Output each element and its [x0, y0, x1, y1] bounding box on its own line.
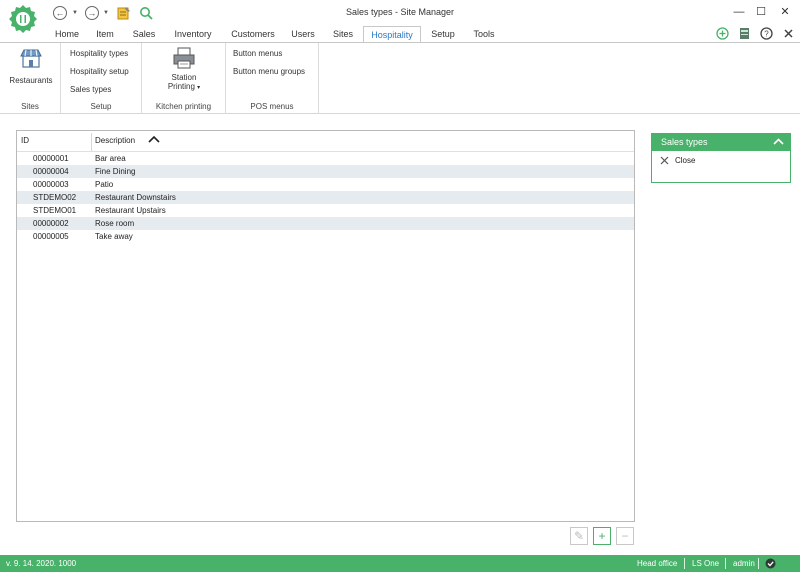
grid-header: ID Description — [17, 131, 634, 152]
table-row[interactable]: STDEMO02 Restaurant Downstairs — [17, 191, 634, 204]
ribbon-group-kitchen-printing: Station Printing ▾ Kitchen printing — [142, 43, 226, 114]
tab-hospitality[interactable]: Hospitality — [363, 26, 421, 43]
ribbon-group-setup: Hospitality types Hospitality setup Sale… — [61, 43, 142, 114]
close-button[interactable]: ✕ — [775, 4, 795, 20]
hospitality-types-button[interactable]: Hospitality types — [70, 49, 128, 58]
button-menus-button[interactable]: Button menus — [233, 49, 282, 58]
cell-id: STDEMO02 — [33, 193, 77, 202]
column-header-description[interactable]: Description — [95, 136, 135, 145]
status-separator — [758, 558, 759, 569]
hospitality-setup-button[interactable]: Hospitality setup — [70, 67, 129, 76]
sales-types-button[interactable]: Sales types — [70, 85, 111, 94]
location-text: Head office — [637, 559, 678, 568]
cell-description: Take away — [95, 232, 133, 241]
add-button[interactable]: + — [593, 527, 611, 545]
button-menu-groups-button[interactable]: Button menu groups — [233, 67, 305, 76]
product-text: LS One — [692, 559, 720, 568]
sort-up-icon[interactable] — [148, 134, 160, 144]
cell-id: 00000001 — [33, 154, 69, 163]
station-printing-label-2: Printing ▾ — [167, 82, 201, 91]
table-row[interactable]: 00000001 Bar area — [17, 152, 634, 165]
table-row[interactable]: 00000003 Patio — [17, 178, 634, 191]
cell-description: Patio — [95, 180, 114, 189]
title-bar: ← ▼ → ▼ Sales types - Site Manager — ☐ ✕ — [0, 0, 800, 33]
minimize-button[interactable]: — — [729, 4, 749, 20]
tab-tools[interactable]: Tools — [468, 26, 500, 42]
tab-sales[interactable]: Sales — [128, 26, 160, 42]
chevron-down-icon: ▾ — [197, 85, 201, 91]
tab-item[interactable]: Item — [90, 26, 120, 42]
cell-description: Rose room — [95, 219, 135, 228]
tab-users[interactable]: Users — [286, 26, 320, 42]
help-icon[interactable]: ? — [760, 27, 773, 40]
tab-setup[interactable]: Setup — [426, 26, 460, 42]
table-row[interactable]: STDEMO01 Restaurant Upstairs — [17, 204, 634, 217]
restaurants-button[interactable]: Restaurants — [4, 48, 58, 85]
panel-title: Sales types — [661, 137, 708, 147]
cell-description: Restaurant Downstairs — [95, 193, 176, 202]
plus-circle-icon[interactable] — [716, 27, 729, 40]
cell-description: Restaurant Upstairs — [95, 206, 166, 215]
panel-close-action[interactable]: Close — [660, 156, 695, 165]
check-icon — [765, 558, 776, 569]
pin-icon[interactable] — [782, 27, 795, 40]
table-row[interactable]: 00000004 Fine Dining — [17, 165, 634, 178]
user-text: admin — [733, 559, 755, 568]
chevron-up-icon[interactable] — [773, 137, 784, 147]
column-separator — [91, 133, 92, 151]
cell-description: Fine Dining — [95, 167, 136, 176]
status-separator — [684, 558, 685, 569]
column-header-id[interactable]: ID — [21, 136, 29, 145]
book-icon[interactable] — [738, 27, 751, 40]
group-label-sites: Sites — [21, 102, 39, 111]
window-title: Sales types - Site Manager — [345, 7, 455, 17]
printer-icon — [173, 47, 195, 69]
version-text: v. 9. 14. 2020. 1000 — [6, 559, 77, 568]
restaurants-label: Restaurants — [9, 76, 53, 85]
tab-home[interactable]: Home — [50, 26, 84, 42]
ribbon: Restaurants Sites Hospitality types Hosp… — [0, 42, 800, 114]
svg-text:?: ? — [764, 30, 769, 39]
cell-id: 00000002 — [33, 219, 69, 228]
cell-id: STDEMO01 — [33, 206, 77, 215]
ribbon-group-pos-menus: Button menus Button menu groups POS menu… — [226, 43, 319, 114]
tab-customers[interactable]: Customers — [226, 26, 280, 42]
cell-description: Bar area — [95, 154, 126, 163]
store-icon — [20, 49, 42, 68]
main-content: ID Description 00000001 Bar area 0000000… — [0, 115, 800, 555]
table-row[interactable]: 00000002 Rose room — [17, 217, 634, 230]
station-printing-button[interactable]: Station Printing ▾ — [154, 47, 214, 91]
table-row[interactable]: 00000005 Take away — [17, 230, 634, 243]
close-x-icon — [660, 156, 669, 165]
tab-sites[interactable]: Sites — [328, 26, 358, 42]
ribbon-tabs: Home Item Sales Inventory Customers User… — [0, 26, 800, 43]
station-printing-label-1: Station — [171, 73, 197, 82]
cell-id: 00000003 — [33, 180, 69, 189]
status-bar: v. 9. 14. 2020. 1000 Head office LS One … — [0, 555, 800, 572]
group-label-setup: Setup — [90, 102, 112, 111]
sales-types-panel: Sales types Close — [651, 133, 791, 183]
status-separator — [725, 558, 726, 569]
maximize-button[interactable]: ☐ — [751, 4, 771, 20]
group-label-kitchen-printing: Kitchen printing — [155, 102, 212, 111]
panel-close-label: Close — [675, 156, 696, 165]
ribbon-group-sites: Restaurants Sites — [0, 43, 61, 114]
cell-id: 00000005 — [33, 232, 69, 241]
sales-types-grid[interactable]: ID Description 00000001 Bar area 0000000… — [16, 130, 635, 522]
tab-inventory[interactable]: Inventory — [168, 26, 218, 42]
group-label-pos-menus: POS menus — [250, 102, 294, 111]
edit-button[interactable]: ✎ — [570, 527, 588, 545]
panel-header[interactable]: Sales types — [652, 134, 790, 151]
remove-button[interactable]: − — [616, 527, 634, 545]
cell-id: 00000004 — [33, 167, 69, 176]
